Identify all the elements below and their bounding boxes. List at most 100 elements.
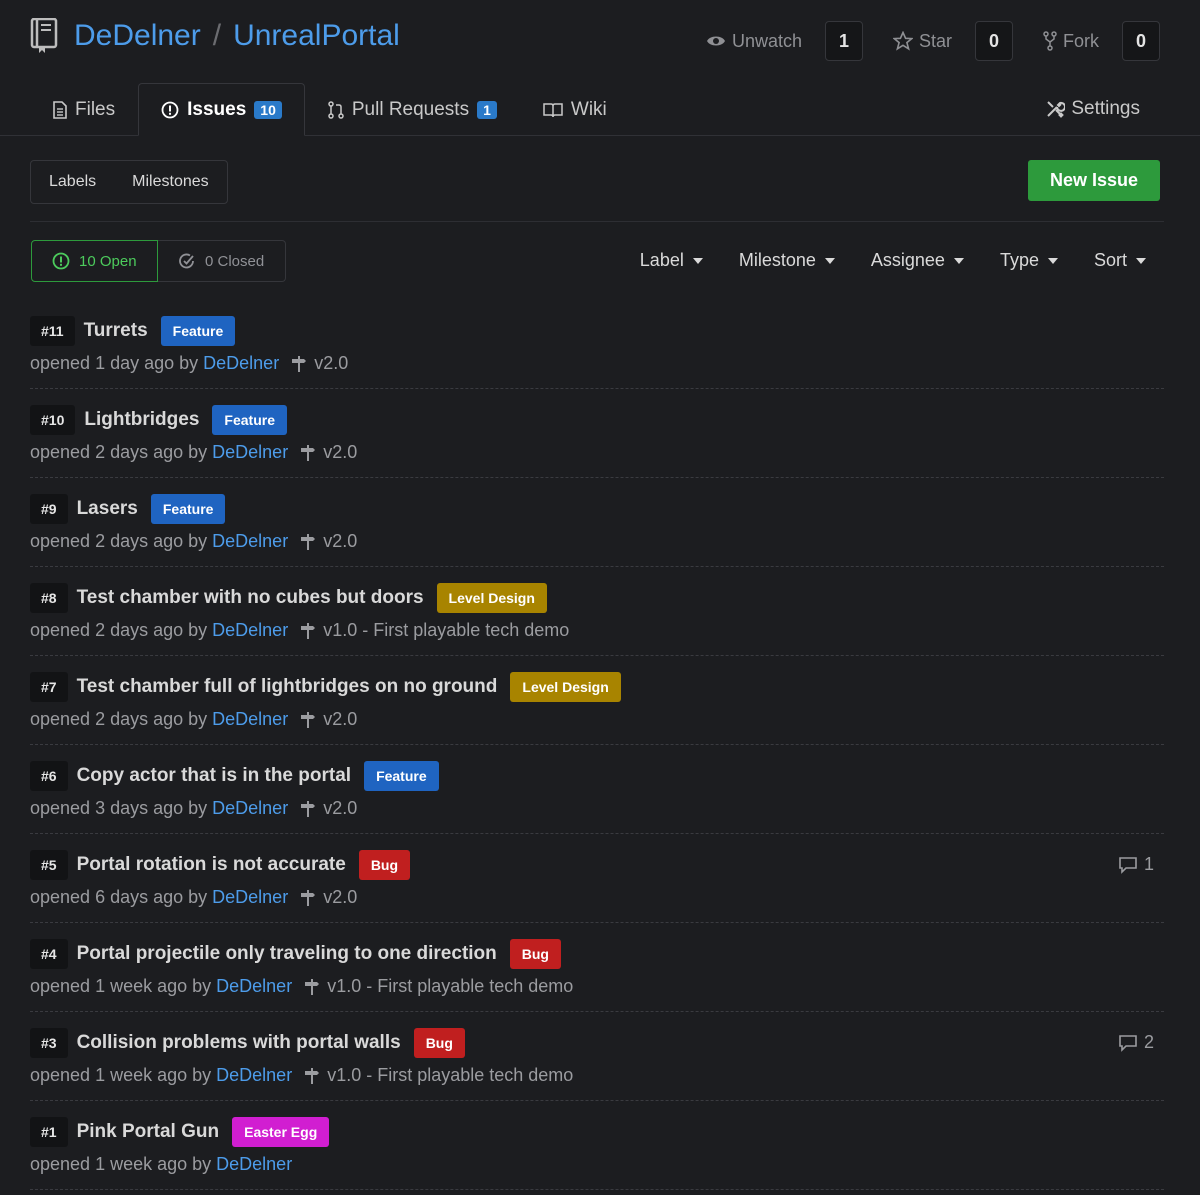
issue-title-link[interactable]: Test chamber with no cubes but doors	[77, 587, 424, 609]
sort-dropdown[interactable]: Sort	[1094, 250, 1146, 271]
caret-down-icon	[824, 257, 835, 264]
open-issues-button[interactable]: 10 Open	[31, 240, 158, 282]
issue-number[interactable]: #5	[30, 850, 68, 880]
milestone-icon	[301, 800, 316, 817]
issue-title-link[interactable]: Copy actor that is in the portal	[77, 765, 351, 787]
issue-number[interactable]: #6	[30, 761, 68, 791]
issue-number[interactable]: #3	[30, 1028, 68, 1058]
issue-title-link[interactable]: Lightbridges	[84, 409, 199, 431]
issue-comments[interactable]: 1	[1118, 854, 1154, 875]
tab-issues[interactable]: Issues 10	[138, 83, 305, 136]
issue-author-link[interactable]: DeDelner	[212, 798, 288, 819]
issue-title-link[interactable]: Portal projectile only traveling to one …	[77, 943, 497, 965]
watch-count[interactable]: 1	[824, 21, 863, 61]
labels-milestones-group: Labels Milestones	[30, 160, 228, 204]
issue-milestone[interactable]: v2.0	[323, 709, 357, 730]
assignee-filter-dropdown[interactable]: Assignee	[871, 250, 964, 271]
issue-row[interactable]: #4 Portal projectile only traveling to on…	[30, 923, 1164, 1012]
issue-label-badge[interactable]: Level Design	[510, 672, 621, 702]
milestone-filter-dropdown[interactable]: Milestone	[739, 250, 835, 271]
star-button[interactable]: Star	[892, 31, 952, 52]
labels-button[interactable]: Labels	[31, 173, 114, 191]
issue-number[interactable]: #10	[30, 405, 76, 435]
issue-author-link[interactable]: DeDelner	[212, 442, 288, 463]
star-count[interactable]: 0	[975, 21, 1013, 61]
issue-label-badge[interactable]: Feature	[150, 494, 226, 524]
issue-label-badge[interactable]: Bug	[358, 850, 411, 880]
issue-milestone[interactable]: v1.0 - First playable tech demo	[327, 1065, 573, 1086]
issue-title-link[interactable]: Lasers	[77, 498, 138, 520]
issue-label-badge[interactable]: Feature	[212, 405, 287, 435]
milestone-icon	[301, 889, 316, 906]
tab-settings[interactable]: Settings	[1045, 82, 1140, 135]
closed-issues-button[interactable]: 0 Closed	[158, 240, 286, 282]
issue-number[interactable]: #7	[30, 672, 68, 702]
issue-label-badge[interactable]: Feature	[364, 761, 439, 791]
issue-author-link[interactable]: DeDelner	[203, 353, 279, 374]
issue-author-link[interactable]: DeDelner	[212, 620, 288, 641]
issue-number[interactable]: #9	[30, 494, 68, 524]
issue-head: #3 Collision problems with portal walls Bu…	[30, 1028, 465, 1058]
issue-milestone[interactable]: v1.0 - First playable tech demo	[323, 620, 569, 641]
book-icon	[543, 103, 563, 118]
toolbar-divider	[30, 221, 1164, 222]
issue-number[interactable]: #8	[30, 583, 68, 613]
issue-author-link[interactable]: DeDelner	[216, 1154, 292, 1175]
repo-name-link[interactable]: UnrealPortal	[233, 19, 400, 53]
unwatch-button[interactable]: Unwatch	[706, 31, 802, 52]
issue-number[interactable]: #1	[30, 1117, 68, 1147]
tab-files[interactable]: Files	[30, 83, 138, 136]
issue-head: #9 Lasers Feature	[30, 494, 226, 524]
issue-author-link[interactable]: DeDelner	[212, 887, 288, 908]
fork-button[interactable]: Fork	[1043, 31, 1099, 52]
issue-list: #11 Turrets Feature opened 1 day ago by DeDe…	[30, 300, 1164, 1190]
issue-title-link[interactable]: Test chamber full of lightbridges on no …	[77, 676, 498, 698]
issue-milestone[interactable]: v2.0	[323, 442, 357, 463]
issue-milestone[interactable]: v1.0 - First playable tech demo	[327, 976, 573, 997]
issue-title-link[interactable]: Collision problems with portal walls	[77, 1032, 401, 1054]
issue-row[interactable]: #5 Portal rotation is not accurate Bug open…	[30, 834, 1164, 923]
eye-icon	[706, 36, 725, 46]
issue-author-link[interactable]: DeDelner	[216, 976, 292, 997]
issue-opened-icon	[161, 101, 179, 118]
issue-milestone[interactable]: v2.0	[323, 531, 357, 552]
type-filter-dropdown[interactable]: Type	[1000, 250, 1058, 271]
issue-row[interactable]: #10 Lightbridges Feature opened 2 days ago …	[30, 389, 1164, 478]
issue-label-badge[interactable]: Bug	[509, 939, 561, 969]
issue-milestone[interactable]: v2.0	[323, 887, 357, 908]
issue-label-badge[interactable]: Bug	[413, 1028, 465, 1058]
issue-milestone[interactable]: v2.0	[323, 798, 357, 819]
new-issue-button[interactable]: New Issue	[1028, 160, 1160, 201]
issue-meta: opened 2 days ago by DeDelner v1.0 - First…	[30, 620, 569, 641]
issue-author-link[interactable]: DeDelner	[216, 1065, 292, 1086]
type-filter-label: Type	[999, 250, 1039, 270]
repo-owner-link[interactable]: DeDelner	[74, 19, 201, 53]
issue-number[interactable]: #11	[30, 316, 75, 346]
issue-comments[interactable]: 2	[1118, 1032, 1154, 1053]
issue-label-badge[interactable]: Feature	[160, 316, 236, 346]
milestones-button[interactable]: Milestones	[114, 173, 226, 191]
tab-pull-requests[interactable]: Pull Requests 1	[305, 83, 520, 136]
issue-row[interactable]: #7 Test chamber full of lightbridges on n…	[30, 656, 1164, 745]
issue-author-link[interactable]: DeDelner	[212, 709, 288, 730]
fork-count[interactable]: 0	[1122, 21, 1160, 61]
issue-number[interactable]: #4	[30, 939, 68, 969]
issue-row[interactable]: #3 Collision problems with portal walls Bu…	[30, 1012, 1164, 1101]
issue-row[interactable]: #11 Turrets Feature opened 1 day ago by DeDe…	[30, 300, 1164, 389]
issue-row[interactable]: #1 Pink Portal Gun Easter Egg opened 1 week…	[30, 1101, 1164, 1190]
issue-title-link[interactable]: Turrets	[84, 320, 148, 342]
issue-title-link[interactable]: Pink Portal Gun	[77, 1121, 220, 1143]
issue-row[interactable]: #9 Lasers Feature opened 2 days ago by DeDel…	[30, 478, 1164, 567]
issue-label-badge[interactable]: Level Design	[436, 583, 547, 613]
label-filter-dropdown[interactable]: Label	[640, 250, 703, 271]
issue-opened-text: opened 1 day ago by	[30, 353, 199, 373]
issue-author-link[interactable]: DeDelner	[212, 531, 288, 552]
issue-row[interactable]: #6 Copy actor that is in the portal Featur…	[30, 745, 1164, 834]
issue-row[interactable]: #8 Test chamber with no cubes but doors Le…	[30, 567, 1164, 656]
tab-wiki[interactable]: Wiki	[520, 83, 630, 136]
issue-label-badge[interactable]: Easter Egg	[232, 1117, 330, 1147]
milestone-icon	[301, 444, 316, 461]
issue-title-link[interactable]: Portal rotation is not accurate	[77, 854, 346, 876]
star-icon	[892, 31, 913, 51]
issue-milestone[interactable]: v2.0	[314, 353, 348, 374]
